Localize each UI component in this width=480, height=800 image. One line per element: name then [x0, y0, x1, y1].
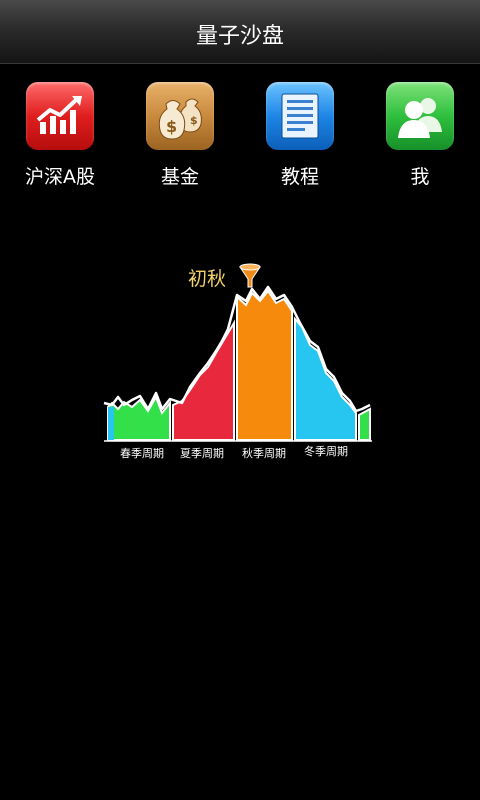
svg-text:$: $: [190, 114, 198, 127]
app-title: 量子沙盘: [195, 24, 284, 49]
autumn-segment: [236, 289, 293, 441]
stock-chart-icon: [26, 82, 94, 150]
summer-segment: [172, 319, 235, 441]
nav-label-stocks: 沪深A股: [25, 166, 95, 188]
document-icon: [266, 82, 334, 150]
nav-item-stocks[interactable]: 沪深A股: [10, 82, 110, 192]
current-season-label: 初秋: [188, 268, 226, 290]
users-icon: [386, 82, 454, 150]
winter-segment: [294, 316, 357, 441]
funnel-marker-icon: [239, 263, 261, 288]
nav-item-funds[interactable]: $ $ 基金: [130, 82, 230, 192]
nav-item-tutorial[interactable]: 教程: [250, 82, 350, 192]
season-label-winter: 冬季周期: [304, 444, 348, 458]
season-label-summer: 夏季周期: [180, 447, 224, 460]
nav-label-me: 我: [410, 166, 430, 188]
season-label-spring: 春季周期: [120, 447, 164, 460]
season-label-autumn: 秋季周期: [242, 446, 286, 460]
svg-text:$: $: [166, 117, 177, 136]
main-nav: 沪深A股 $ $ 基金 教程 我: [0, 82, 480, 192]
spring-next-segment: [358, 407, 371, 441]
market-cycle-graphic: 初秋 春季周期 夏季周期 秋季周期 冬季周期: [100, 255, 380, 475]
title-bar: 量子沙盘: [0, 0, 480, 64]
nav-item-me[interactable]: 我: [370, 82, 470, 192]
nav-label-funds: 基金: [160, 166, 199, 188]
nav-label-tutorial: 教程: [280, 166, 319, 188]
winter-prev-segment: [108, 407, 114, 440]
money-bag-icon: $ $: [146, 82, 214, 150]
